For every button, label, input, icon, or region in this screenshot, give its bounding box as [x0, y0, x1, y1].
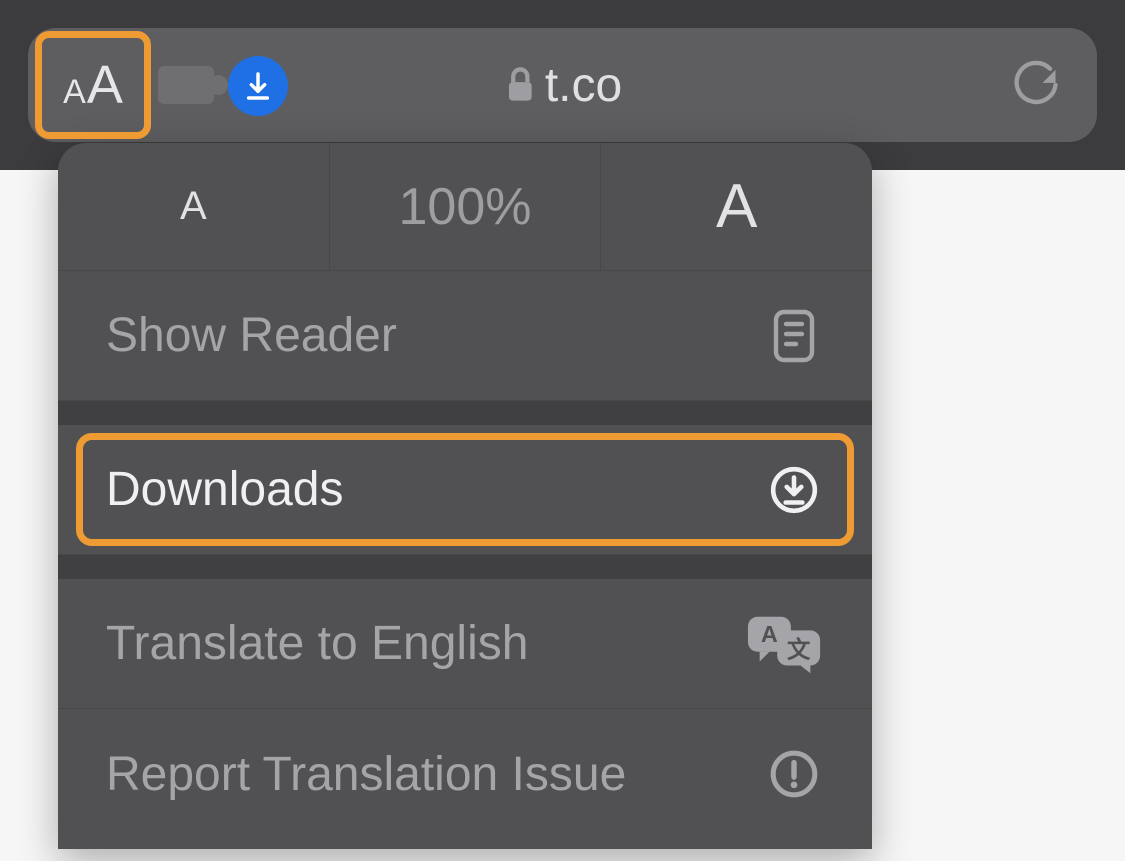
translate-label: Translate to English	[106, 616, 528, 671]
zoom-increase-button[interactable]: A	[601, 143, 872, 270]
reader-icon	[764, 308, 824, 364]
page-settings-popover: A 100% A Show Reader Downloads	[58, 143, 872, 849]
report-translation-item[interactable]: Report Translation Issue	[58, 709, 872, 839]
menu-separator	[58, 401, 872, 425]
show-reader-label: Show Reader	[106, 308, 397, 363]
text-size-icon[interactable]: A A	[63, 54, 123, 116]
report-translation-label: Report Translation Issue	[106, 747, 626, 802]
address-bar[interactable]: A A t.co	[28, 28, 1097, 142]
info-icon	[764, 749, 824, 799]
url-host-text: t.co	[545, 58, 622, 113]
extensions-icon[interactable]	[158, 66, 214, 104]
svg-text:文: 文	[787, 635, 811, 662]
aa-large-glyph: A	[87, 54, 123, 116]
lock-icon	[503, 64, 537, 106]
aa-small-glyph: A	[63, 73, 86, 112]
translate-item[interactable]: Translate to English A 文	[58, 579, 872, 709]
page-settings-button-highlight: A A	[35, 31, 151, 139]
menu-separator	[58, 555, 872, 579]
downloads-indicator[interactable]	[228, 56, 288, 116]
downloads-item[interactable]: Downloads	[58, 425, 872, 555]
zoom-percent-button[interactable]: 100%	[330, 143, 602, 270]
translate-icon: A 文	[746, 614, 824, 674]
download-arrow-icon	[242, 70, 274, 102]
zoom-decrease-label: A	[180, 184, 207, 229]
reload-button[interactable]	[1007, 56, 1065, 114]
show-reader-item[interactable]: Show Reader	[58, 271, 872, 401]
zoom-increase-label: A	[716, 171, 757, 242]
reload-icon	[1010, 57, 1062, 113]
downloads-icon	[764, 465, 824, 515]
zoom-controls-row: A 100% A	[58, 143, 872, 271]
zoom-decrease-button[interactable]: A	[58, 143, 330, 270]
url-display: t.co	[503, 58, 622, 113]
downloads-label: Downloads	[106, 462, 343, 517]
svg-text:A: A	[761, 621, 778, 647]
zoom-percent-label: 100%	[399, 177, 532, 237]
